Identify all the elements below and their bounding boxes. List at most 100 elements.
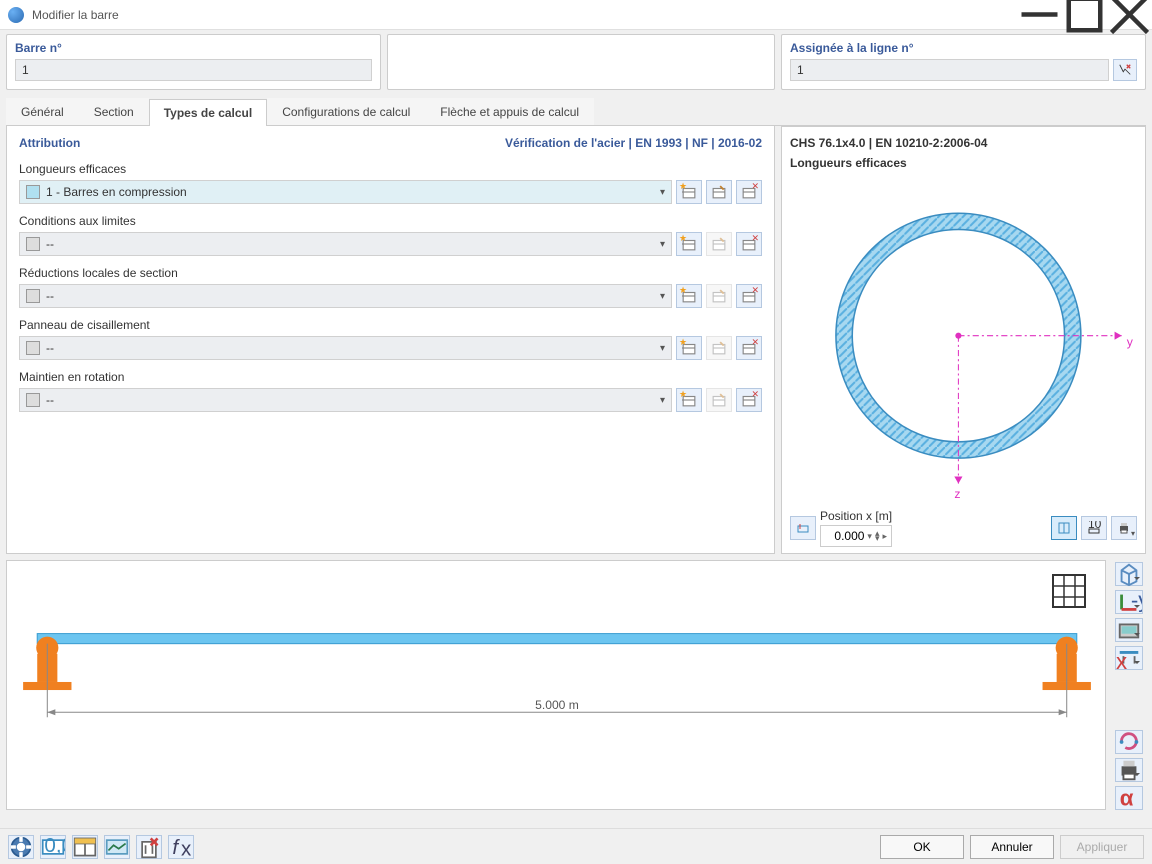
new-button[interactable]: ★: [676, 232, 702, 256]
supports-button[interactable]: x: [1115, 646, 1143, 670]
new-button[interactable]: ★: [676, 180, 702, 204]
tab-config-calcul[interactable]: Configurations de calcul: [267, 98, 425, 125]
form-group: Longueurs efficaces 1 - Barres en compre…: [19, 162, 762, 204]
units-button[interactable]: 0,00: [40, 835, 66, 859]
beam-toolbar: -y x α: [1112, 560, 1146, 810]
library-button[interactable]: ✕: [736, 388, 762, 412]
window-title: Modifier la barre: [32, 8, 1017, 22]
close-button[interactable]: [1107, 0, 1152, 30]
edit-button: [706, 232, 732, 256]
tab-fleche-appuis[interactable]: Flèche et appuis de calcul: [425, 98, 594, 125]
attribution-title: Attribution: [19, 136, 80, 150]
swatch-icon: [26, 393, 40, 407]
form-group: Maintien en rotation -- ▾ ★ ✕: [19, 370, 762, 412]
axes-button[interactable]: -y: [1115, 590, 1143, 614]
svg-text:y: y: [1127, 335, 1134, 349]
svg-text:5.000 m: 5.000 m: [535, 698, 579, 712]
chevron-down-icon: ▾: [660, 239, 665, 250]
library-button[interactable]: ✕: [736, 232, 762, 256]
barre-panel: Barre n°: [6, 34, 381, 90]
library-button[interactable]: ✕: [736, 180, 762, 204]
formula-button[interactable]: fx: [168, 835, 194, 859]
form-group: Panneau de cisaillement -- ▾ ★ ✕: [19, 318, 762, 360]
dropdown-value: --: [46, 289, 660, 303]
cancel-button[interactable]: Annuler: [970, 835, 1054, 859]
dropdown-value: --: [46, 237, 660, 251]
new-button[interactable]: ★: [676, 336, 702, 360]
print-beam-button[interactable]: [1115, 758, 1143, 782]
library-button[interactable]: ✕: [736, 284, 762, 308]
pos-reset-button[interactable]: [790, 516, 816, 540]
tab-section[interactable]: Section: [79, 98, 149, 125]
edit-button[interactable]: [706, 180, 732, 204]
tabs: Général Section Types de calcul Configur…: [6, 98, 1146, 126]
maximize-button[interactable]: [1062, 0, 1107, 30]
svg-text:x: x: [181, 837, 192, 858]
settings-button[interactable]: α: [1115, 786, 1143, 810]
barre-label: Barre n°: [15, 41, 372, 55]
chevron-down-icon: ▾: [660, 395, 665, 406]
swatch-icon: [26, 185, 40, 199]
help-button[interactable]: [8, 835, 34, 859]
beam-preview[interactable]: 5.000 m: [6, 560, 1106, 810]
dropdown-1[interactable]: -- ▾: [19, 232, 672, 256]
titlebar: Modifier la barre: [0, 0, 1152, 30]
svg-text:α: α: [1120, 785, 1134, 810]
dropdown-0[interactable]: 1 - Barres en compression ▾: [19, 180, 672, 204]
form-label: Longueurs efficaces: [19, 162, 762, 176]
form-group: Réductions locales de section -- ▾ ★ ✕: [19, 266, 762, 308]
tab-general[interactable]: Général: [6, 98, 79, 125]
new-button[interactable]: ★: [676, 388, 702, 412]
position-x-input[interactable]: 0.000 ▾ ▴▾ ▸: [820, 525, 892, 547]
view-button[interactable]: [104, 835, 130, 859]
section-preview-panel: CHS 76.1x4.0 | EN 10210-2:2006-04 Longue…: [781, 126, 1146, 554]
swatch-icon: [26, 289, 40, 303]
beam-grid-icon: [1051, 573, 1087, 612]
section-view-button[interactable]: [1051, 516, 1077, 540]
app-icon: [8, 7, 24, 23]
form-label: Panneau de cisaillement: [19, 318, 762, 332]
assign-line-input[interactable]: [790, 59, 1109, 81]
section-canvas: y z: [790, 176, 1137, 506]
assign-label: Assignée à la ligne n°: [790, 41, 1137, 55]
chevron-down-icon: ▾: [660, 187, 665, 198]
section-subtitle: Longueurs efficaces: [790, 156, 1137, 170]
display-options-button[interactable]: [1115, 618, 1143, 642]
ok-button[interactable]: OK: [880, 835, 964, 859]
form-label: Réductions locales de section: [19, 266, 762, 280]
apply-button[interactable]: Appliquer: [1060, 835, 1144, 859]
edit-button: [706, 284, 732, 308]
chevron-down-icon: ▾: [660, 291, 665, 302]
dropdown-value: 1 - Barres en compression: [46, 185, 660, 199]
position-label: Position x [m]: [820, 509, 892, 523]
edit-button: [706, 388, 732, 412]
attribution-norm: Vérification de l'acier | EN 1993 | NF |…: [505, 136, 762, 150]
section-print-button[interactable]: ▾: [1111, 516, 1137, 540]
form-label: Maintien en rotation: [19, 370, 762, 384]
svg-text:z: z: [954, 487, 960, 501]
tab-types-calcul[interactable]: Types de calcul: [149, 99, 267, 126]
svg-text:f: f: [172, 835, 180, 858]
dropdown-2[interactable]: -- ▾: [19, 284, 672, 308]
svg-text:0,00: 0,00: [44, 835, 65, 857]
form-label: Conditions aux limites: [19, 214, 762, 228]
view-3d-button[interactable]: [1115, 562, 1143, 586]
chevron-down-icon: ▾: [660, 343, 665, 354]
table-button[interactable]: [72, 835, 98, 859]
dropdown-4[interactable]: -- ▾: [19, 388, 672, 412]
middle-panel: [387, 34, 775, 90]
svg-text:x: x: [1116, 649, 1127, 671]
library-button[interactable]: ✕: [736, 336, 762, 360]
section-profile: CHS 76.1x4.0 | EN 10210-2:2006-04: [790, 135, 1137, 152]
swatch-icon: [26, 237, 40, 251]
barre-number-input[interactable]: [15, 59, 372, 81]
new-button[interactable]: ★: [676, 284, 702, 308]
pick-line-button[interactable]: [1113, 59, 1137, 81]
dropdown-value: --: [46, 393, 660, 407]
section-dimensions-button[interactable]: 100: [1081, 516, 1107, 540]
refresh-button[interactable]: [1115, 730, 1143, 754]
delete-button[interactable]: [136, 835, 162, 859]
edit-button: [706, 336, 732, 360]
dropdown-3[interactable]: -- ▾: [19, 336, 672, 360]
minimize-button[interactable]: [1017, 0, 1062, 30]
